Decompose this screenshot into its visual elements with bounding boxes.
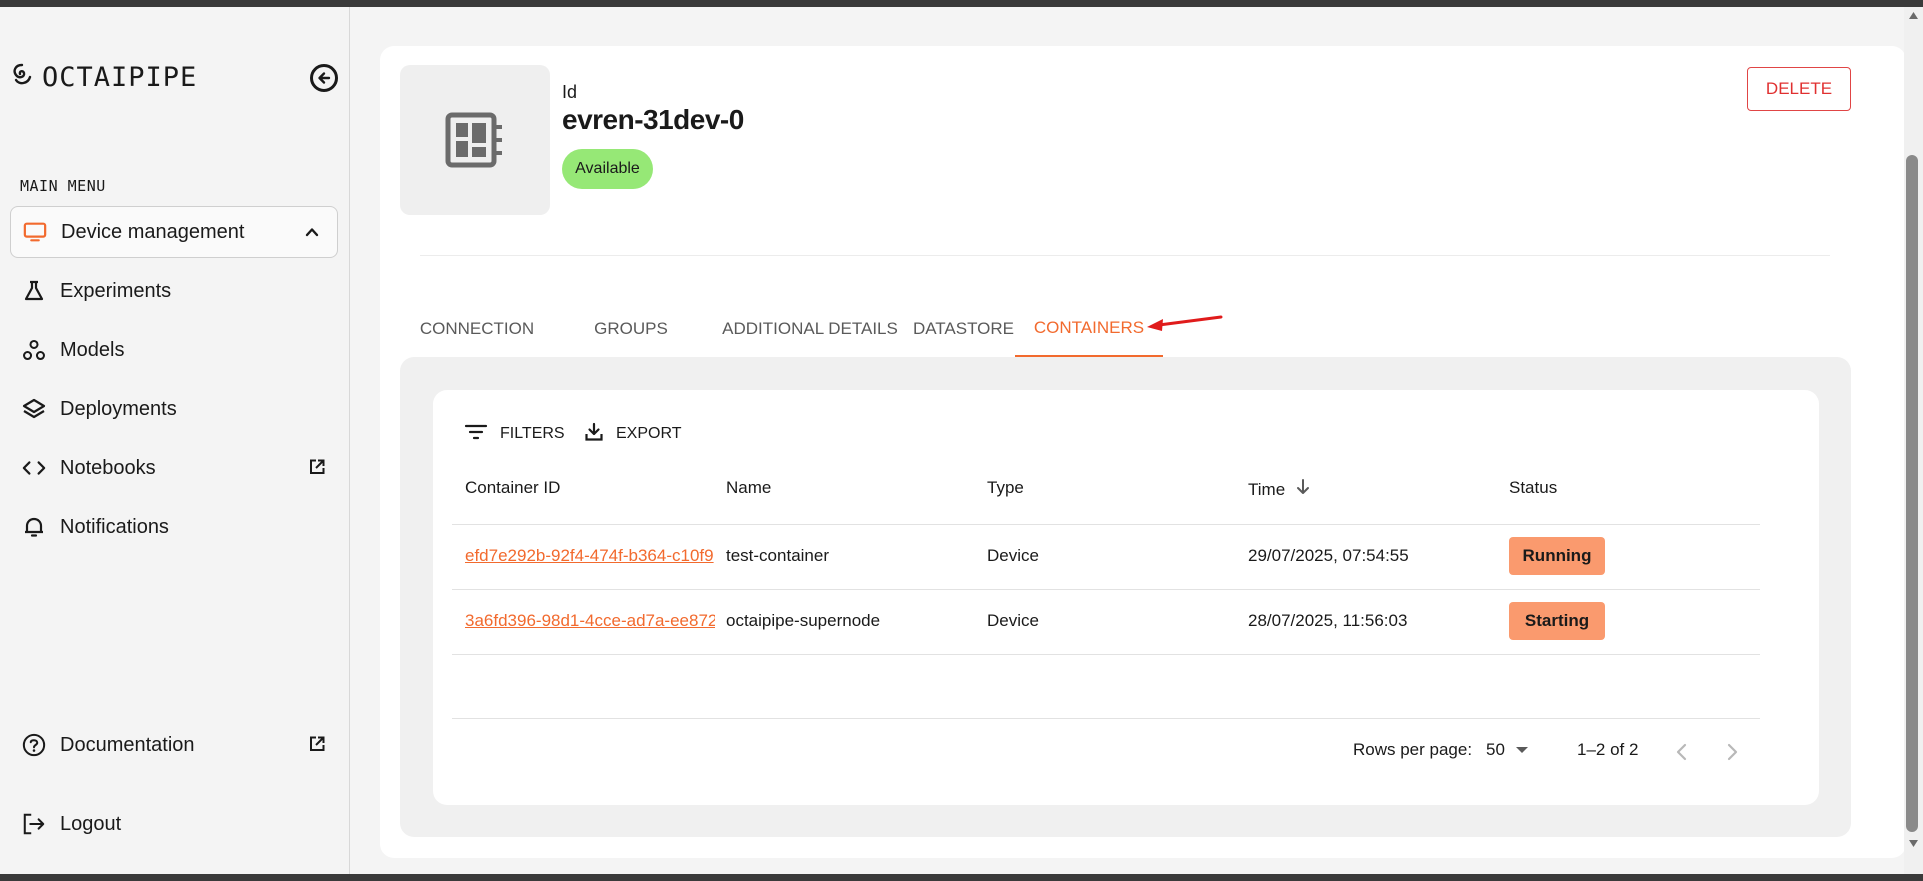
sidebar-item-documentation[interactable]: Documentation [10,719,338,771]
column-header-time[interactable]: Time [1248,478,1311,501]
external-link-icon [308,458,326,482]
annotation-arrow-icon [1147,315,1223,331]
layers-icon [22,397,46,421]
arrow-down-icon [1295,478,1311,501]
sidebar-item-models[interactable]: Models [10,324,338,376]
scroll-up-icon [1909,12,1918,19]
tab-datastore[interactable]: DATASTORE [912,300,1015,357]
models-icon [22,338,46,362]
window-top-bar [0,0,1923,7]
sidebar-item-deployments[interactable]: Deployments [10,383,338,435]
filters-label: FILTERS [500,425,565,442]
previous-page-button[interactable] [1668,738,1696,766]
device-chip-icon [445,112,502,168]
device-name: evren-31dev-0 [562,104,744,135]
sidebar-item-label: Device management [61,220,245,243]
column-header-label: Time [1248,479,1286,499]
sidebar-item-label: Documentation [60,733,195,756]
container-id-link[interactable]: 3a6fd396-98d1-4cce-ad7a-ee872 [465,611,715,631]
sidebar-item-label: Deployments [60,397,177,420]
row-divider [452,589,1760,590]
scrollbar-thumb[interactable] [1906,155,1918,832]
container-type: Device [987,546,1039,565]
sidebar-item-notebooks[interactable]: Notebooks [10,442,338,494]
sidebar-item-experiments[interactable]: Experiments [10,265,338,317]
next-page-button[interactable] [1718,738,1746,766]
chevron-up-icon [303,223,321,247]
tab-groups[interactable]: GROUPS [554,300,708,357]
window-bottom-bar [0,874,1923,881]
container-time: 29/07/2025, 07:54:55 [1248,546,1409,565]
delete-button[interactable]: DELETE [1747,67,1851,111]
container-name: test-container [726,546,829,565]
sidebar-item-logout[interactable]: Logout [10,798,338,850]
table-footer-divider [452,718,1760,719]
chevron-right-icon [1727,743,1738,761]
flask-icon [22,279,46,303]
main-menu-title: MAIN MENU [20,177,106,195]
download-icon [584,422,604,447]
column-header-type[interactable]: Type [987,478,1024,498]
tab-additional-details[interactable]: ADDITIONAL DETAILS [708,300,912,357]
octaipipe-logo-icon [10,62,34,93]
sidebar-item-label: Notebooks [60,456,156,479]
help-circle-icon [22,733,46,757]
export-button[interactable]: EXPORT [584,420,682,448]
rows-per-page-label: Rows per page: [1353,740,1473,759]
container-id-link[interactable]: efd7e292b-92f4-474f-b364-c10f9 [465,546,715,566]
status-badge: Starting [1509,602,1605,640]
app-logo[interactable]: OCTAIPIPE [10,62,197,93]
rows-per-page-value: 50 [1486,740,1505,759]
device-id-label: Id [562,82,578,102]
row-divider [452,654,1760,655]
column-header-status[interactable]: Status [1509,478,1557,498]
chevron-left-icon [1676,743,1687,761]
header-divider [420,255,1830,256]
collapse-sidebar-button[interactable] [310,64,338,92]
caret-down-icon [1515,740,1529,760]
container-name: octaipipe-supernode [726,611,881,630]
container-time: 28/07/2025, 11:56:03 [1248,611,1408,630]
tab-containers[interactable]: CONTAINERS [1015,300,1163,357]
monitor-icon [23,220,47,244]
tab-connection[interactable]: CONNECTION [400,300,554,357]
filter-icon [464,422,488,447]
rows-per-page-select[interactable]: 50 [1486,740,1529,760]
sidebar-item-label: Notifications [60,515,169,538]
code-icon [22,456,46,480]
arrow-left-icon [318,72,331,84]
column-header-container-id[interactable]: Container ID [465,478,560,498]
sidebar-item-label: Models [60,338,125,361]
pagination-range: 1–2 of 2 [1577,740,1639,759]
device-image [400,65,550,215]
bell-icon [22,515,46,539]
export-label: EXPORT [616,425,682,442]
sidebar-item-device-management[interactable]: Device management [10,206,338,258]
filters-button[interactable]: FILTERS [464,420,565,448]
row-divider [452,524,1760,525]
container-type: Device [987,611,1039,630]
scroll-down-icon [1909,840,1918,847]
sidebar-item-label: Logout [60,812,122,835]
sidebar-item-notifications[interactable]: Notifications [10,501,338,553]
logout-icon [22,812,46,836]
logo-text: OCTAIPIPE [42,62,198,93]
column-header-name[interactable]: Name [726,478,771,498]
status-badge: Available [562,149,653,189]
status-badge: Running [1509,537,1605,575]
external-link-icon [308,735,326,759]
sidebar-item-label: Experiments [60,279,172,302]
